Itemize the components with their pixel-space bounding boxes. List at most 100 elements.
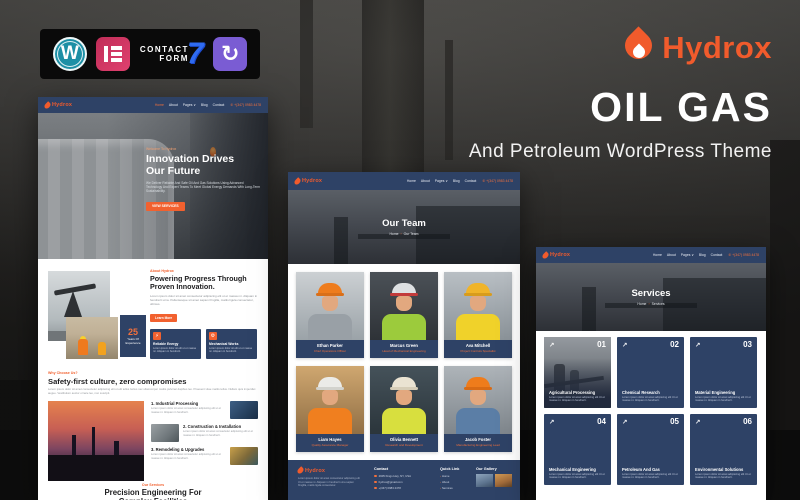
site-logo-text: Hydrox (52, 102, 72, 108)
main-nav: Home About Pages ∨ Blog Contact (155, 103, 224, 107)
footer-link-services[interactable]: ›Services (440, 486, 470, 490)
team-page-mockup: Hydrox Home About Pages ∨ Blog Contact ✆… (288, 172, 520, 500)
site-logo-text: Hydrox (550, 252, 570, 258)
service-card[interactable]: ↗ 05 Petroleum And Gas Lorem ipsum dolor… (617, 414, 684, 485)
team-member-card[interactable]: Liam HayesQuality Assurance Manager (296, 366, 364, 452)
service-card[interactable]: ↗ 04 Mechanical Engineering Lorem ipsum … (544, 414, 611, 485)
theme-title: OIL GAS (469, 84, 772, 131)
breadcrumb: Home›Our Team (288, 232, 520, 236)
team-member-card[interactable]: Olivia BennettResearch and Development (370, 366, 438, 452)
workers-image (66, 317, 118, 359)
plugin-badges-bar: W CONTACT FORM 7 ↻ (40, 29, 260, 79)
wordpress-icon: W (53, 37, 87, 71)
hydrox-flame-icon (622, 26, 656, 70)
breadcrumb-separator: › (648, 302, 649, 306)
nav-about[interactable]: About (667, 253, 676, 257)
service-card[interactable]: ↗ 03 Material Engineering Lorem ipsum do… (690, 337, 757, 408)
nav-contact[interactable]: Contact (465, 179, 477, 183)
cf7-label-line2: FORM (159, 54, 189, 63)
flame-icon (293, 177, 301, 185)
page-banner: Services Home›Services (536, 263, 766, 331)
nav-home[interactable]: Home (407, 179, 416, 183)
services-grid: ↗ 01 Agricultural Processing Lorem ipsum… (544, 337, 758, 485)
footer-email[interactable]: hydrox@gmail.com (379, 480, 403, 484)
arrow-up-right-icon[interactable]: ↗ (622, 418, 627, 426)
about-body: Lorem ipsum dolor sit amet consectetur a… (150, 294, 260, 306)
phone-icon (374, 487, 377, 490)
nav-blog[interactable]: Blog (699, 253, 706, 257)
arrow-up-right-icon[interactable]: ↗ (695, 418, 700, 426)
header-phone[interactable]: ✆ +(347) 0983 4478 (230, 103, 261, 107)
nav-pages[interactable]: Pages ∨ (681, 253, 694, 257)
theme-branding: Hydrox OIL GAS And Petroleum WordPress T… (469, 26, 772, 163)
contact-form-7-icon: CONTACT FORM 7 (140, 37, 204, 71)
why-item-3: 3. Remodeling & Upgrades Lorem ipsum dol… (151, 447, 258, 465)
service-card[interactable]: ↗ 02 Chemical Research Lorem ipsum dolor… (617, 337, 684, 408)
service-card[interactable]: ↗ 01 Agricultural Processing Lorem ipsum… (544, 337, 611, 408)
footer-link-about[interactable]: ›About (440, 480, 470, 484)
team-member-card[interactable]: Ethan ParkerChief Operations Officer (296, 272, 364, 358)
nav-contact[interactable]: Contact (213, 103, 225, 107)
nav-home[interactable]: Home (653, 253, 662, 257)
theme-subtitle: And Petroleum WordPress Theme (469, 141, 772, 163)
about-heading: Powering Progress Through Proven Innovat… (150, 275, 260, 291)
arrow-up-right-icon[interactable]: ↗ (622, 341, 627, 349)
footer-link-home[interactable]: ›Home (440, 474, 470, 478)
hero-description: We Deliver Reliable And Safe Oil And Gas… (146, 181, 260, 194)
arrow-up-right-icon[interactable]: ↗ (549, 418, 554, 426)
page-title: Services (536, 288, 766, 299)
flame-icon (541, 251, 549, 259)
header-phone[interactable]: ✆ +(347) 0983 4478 (728, 253, 759, 257)
site-logo[interactable]: Hydrox (295, 178, 322, 185)
arrow-up-right-icon[interactable]: ↗ (549, 341, 554, 349)
why-heading: Safety-first culture, zero compromises (48, 377, 258, 386)
view-services-button[interactable]: VIEW SERVICES (146, 202, 185, 211)
gear-icon: ⚙ (209, 332, 217, 340)
why-body: Lorem ipsum dolor sit amet consectetur a… (48, 388, 258, 396)
site-logo-text: Hydrox (302, 178, 322, 184)
nav-pages[interactable]: Pages ∨ (183, 103, 196, 107)
team-member-photo (296, 366, 364, 434)
team-member-photo (370, 366, 438, 434)
page-banner: Our Team Home›Our Team (288, 190, 520, 264)
learn-more-button[interactable]: Learn More (150, 314, 177, 322)
nav-home[interactable]: Home (155, 103, 164, 107)
page-title: Our Team (288, 218, 520, 229)
chevron-down-icon: ∨ (445, 179, 447, 183)
team-member-card[interactable]: Jacob FosterManufacturing Engineering Le… (444, 366, 512, 452)
phone-icon: ✆ (482, 179, 485, 183)
cf7-seven: 7 (187, 37, 204, 71)
nav-contact[interactable]: Contact (711, 253, 723, 257)
team-member-photo (444, 366, 512, 434)
email-icon (374, 481, 377, 484)
footer-phone[interactable]: +(347) 0983 4478 (379, 486, 401, 490)
gallery-thumb[interactable] (476, 474, 493, 487)
why-label: Why Choose Us? (48, 371, 258, 375)
flame-icon (43, 101, 51, 109)
refinery-sunset-image (48, 401, 144, 481)
team-member-card[interactable]: Ava MitchellProject Controls Specialist (444, 272, 512, 358)
brand-logo-text: Hydrox (662, 30, 772, 66)
industrial-processing-thumb (230, 401, 258, 419)
about-section: 25 Years Of Experience About Hydrox Powe… (38, 259, 268, 365)
nav-about[interactable]: About (421, 179, 430, 183)
breadcrumb: Home›Services (536, 302, 766, 306)
gallery-thumb[interactable] (495, 474, 512, 487)
footer-about-text: Lorem ipsum dolor sit amet consectetur a… (298, 477, 362, 491)
team-member-card[interactable]: Marcus GreenHead of Mechanical Engineeri… (370, 272, 438, 358)
site-header: Hydrox Home About Pages ∨ Blog Contact ✆… (536, 247, 766, 263)
experience-badge: 25 Years Of Experience (120, 315, 146, 357)
elementor-icon (96, 37, 130, 71)
nav-blog[interactable]: Blog (201, 103, 208, 107)
arrow-up-right-icon[interactable]: ↗ (695, 341, 700, 349)
footer-address: 2905 Kings Hwy, NY, USA (379, 474, 411, 478)
nav-pages[interactable]: Pages ∨ (435, 179, 448, 183)
team-member-photo (370, 272, 438, 340)
service-card[interactable]: ↗ 06 Environmental Solutions Lorem ipsum… (690, 414, 757, 485)
nav-blog[interactable]: Blog (453, 179, 460, 183)
site-logo[interactable]: Hydrox (543, 252, 570, 259)
site-logo[interactable]: Hydrox (45, 102, 72, 109)
why-item-2: 2. Construction & Installation Lorem ips… (151, 424, 258, 442)
header-phone[interactable]: ✆ +(347) 0983 4478 (482, 179, 513, 183)
nav-about[interactable]: About (169, 103, 178, 107)
